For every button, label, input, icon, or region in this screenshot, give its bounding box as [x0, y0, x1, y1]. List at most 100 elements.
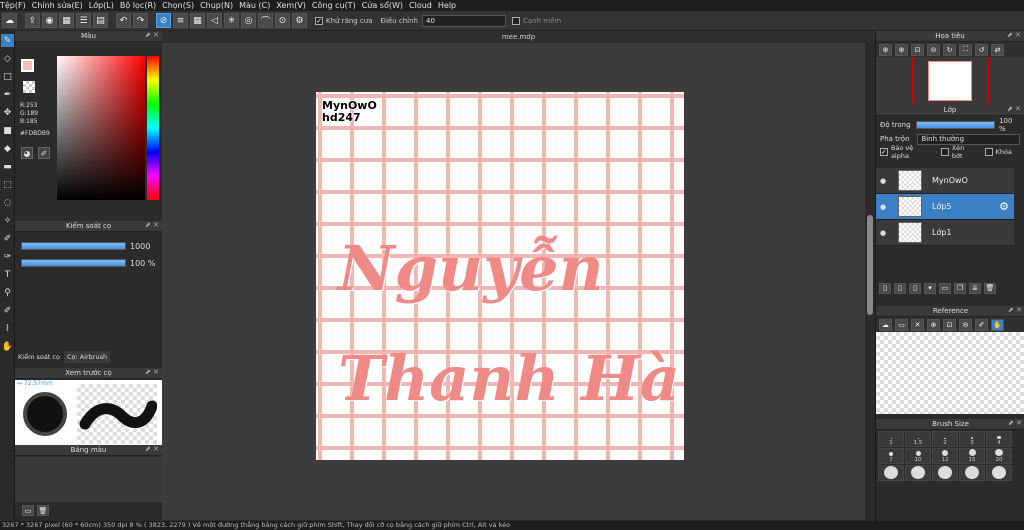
divide-icon[interactable]: ⚲ — [1, 286, 14, 299]
close-icon[interactable]: ⬈ ✕ — [145, 221, 159, 229]
undo-icon[interactable]: ↶ — [116, 13, 131, 28]
brush-size-cell[interactable]: 15 — [959, 448, 985, 464]
canvas[interactable]: MynOwO hd247 Nguyễn Thanh Hà — [316, 92, 684, 460]
zoom-out-icon[interactable]: ⊖ — [927, 43, 940, 56]
menu-item[interactable]: Chọn(S) — [162, 1, 200, 10]
tab-brush-control[interactable]: Kiểm soát cọ — [15, 351, 63, 363]
reference-view[interactable] — [876, 332, 1024, 414]
snap-circle-icon[interactable]: ◎ — [241, 13, 256, 28]
fill-rect-icon[interactable]: ■ — [1, 124, 14, 137]
lasso-icon[interactable]: ◌ — [1, 196, 14, 209]
tab-airbrush[interactable]: Cọ: Airbrush — [63, 351, 111, 363]
menu-item[interactable]: Bộ lọc(R) — [120, 1, 162, 10]
size-slider[interactable] — [21, 242, 126, 250]
menu-item[interactable]: Cửa sổ(W) — [362, 1, 409, 10]
fullscreen-icon[interactable]: ⛶ — [959, 43, 972, 56]
lock-checkbox[interactable]: Khóa — [984, 148, 1012, 156]
brush-size-cell[interactable] — [905, 465, 931, 481]
foreground-color-swatch[interactable] — [21, 59, 34, 72]
layer-row[interactable]: ● Lớp1 — [876, 220, 1014, 246]
close-icon[interactable]: ⬈ ✕ — [145, 368, 159, 376]
checkbox-box[interactable] — [512, 16, 520, 25]
brush-size-cell[interactable] — [932, 465, 958, 481]
brush-size-cell[interactable]: 12 — [932, 448, 958, 464]
close-icon[interactable]: ✕ — [911, 318, 924, 331]
merge-icon[interactable]: ⇊ — [969, 282, 981, 294]
new-halftone-layer-icon[interactable]: ▯ — [894, 282, 906, 294]
rotate-reset-icon[interactable]: ↺ — [975, 43, 988, 56]
close-icon[interactable]: ⬈ ✕ — [145, 445, 159, 453]
gradient-icon[interactable]: ▬ — [1, 160, 14, 173]
visibility-icon[interactable]: ● — [876, 177, 890, 185]
select-icon[interactable]: ⬚ — [1, 178, 14, 191]
eyedropper-icon[interactable]: ✐ — [975, 318, 988, 331]
brush-size-cell[interactable] — [986, 465, 1012, 481]
rect-icon[interactable]: □ — [1, 70, 14, 83]
hue-slider[interactable] — [147, 56, 159, 200]
antialias-checkbox[interactable]: ✓ Khử răng cưa — [315, 16, 373, 25]
eyedropper-icon[interactable]: ✐ — [1, 304, 14, 317]
eraser-icon[interactable]: ◇ — [1, 52, 14, 65]
soft-edge-checkbox[interactable]: Cạnh mềm — [512, 16, 561, 25]
document-tab[interactable]: mee.mdp — [162, 31, 875, 43]
close-icon[interactable]: ⬈ ✕ — [145, 31, 159, 39]
visibility-icon[interactable]: ● — [876, 229, 890, 237]
folder-icon[interactable]: ▭ — [939, 282, 951, 294]
brush-size-cell[interactable]: 1 — [878, 431, 904, 447]
palette-body[interactable] — [15, 457, 162, 502]
redo-icon[interactable]: ↷ — [133, 13, 148, 28]
brush-size-cell[interactable]: 1.5 — [905, 431, 931, 447]
menu-item[interactable]: Chụp(N) — [200, 1, 239, 10]
new-layer-icon[interactable]: ▯ — [879, 282, 891, 294]
visibility-icon[interactable]: ● — [876, 203, 890, 211]
brush-size-cell[interactable] — [878, 465, 904, 481]
delete-palette-icon[interactable]: 🗑 — [37, 505, 49, 516]
brush-icon[interactable]: ✎ — [1, 34, 14, 47]
close-icon[interactable]: ⬈ ✕ — [1007, 105, 1021, 113]
layer-opacity-slider[interactable] — [915, 121, 996, 129]
rotate-icon[interactable]: ↻ — [943, 43, 956, 56]
clipping-checkbox[interactable]: Xén bớt — [940, 144, 977, 160]
menu-item[interactable]: Công cụ(T) — [312, 1, 362, 10]
snap-radial-icon[interactable]: ✳ — [224, 13, 239, 28]
brush-size-cell[interactable]: 7 — [878, 448, 904, 464]
menu-item[interactable]: Tệp(F) — [0, 1, 32, 10]
opacity-slider[interactable] — [21, 259, 126, 267]
snap-ellipse-icon[interactable]: ⊙ — [275, 13, 290, 28]
vertical-scrollbar[interactable] — [865, 43, 875, 521]
brush-size-cell[interactable] — [959, 465, 985, 481]
zoom-out-icon[interactable]: ⊖ — [959, 318, 972, 331]
layer-row-selected[interactable]: ● Lớp5 ⚙ — [876, 194, 1014, 220]
snap-off-icon[interactable]: ⊘ — [156, 13, 171, 28]
cloud-icon[interactable]: ☁ — [879, 318, 892, 331]
snap-parallel-icon[interactable]: ≡ — [173, 13, 188, 28]
duplicate-icon[interactable]: ❐ — [954, 282, 966, 294]
hand-icon[interactable]: ✋ — [1, 340, 14, 353]
cloud-icon[interactable]: ☁ — [2, 13, 17, 28]
brush-size-cell[interactable]: 2 — [932, 431, 958, 447]
select-pen-icon[interactable]: ✐ — [1, 232, 14, 245]
list-icon[interactable]: ☰ — [76, 13, 91, 28]
zoom-in-2-icon[interactable]: ⊕ — [895, 43, 908, 56]
menu-item[interactable]: Cloud — [409, 1, 438, 10]
transparent-swatch[interactable] — [23, 81, 35, 93]
brush-size-cell[interactable]: 3 — [959, 431, 985, 447]
text-icon[interactable]: T — [1, 268, 14, 281]
scroll-thumb[interactable] — [867, 215, 873, 315]
export-icon[interactable]: ⇪ — [25, 13, 40, 28]
zoom-in-icon[interactable]: ⊕ — [927, 318, 940, 331]
close-icon[interactable]: ⬈ ✕ — [1008, 419, 1022, 427]
zoom-in-icon[interactable]: ⊕ — [879, 43, 892, 56]
close-icon[interactable]: ⬈ ✕ — [1008, 306, 1022, 314]
new-8bit-layer-icon[interactable]: ▯ — [909, 282, 921, 294]
hand-icon[interactable]: ✋ — [991, 318, 1004, 331]
menu-item[interactable]: Chỉnh sửa(E) — [32, 1, 89, 10]
close-icon[interactable]: ⬈ ✕ — [1007, 31, 1021, 39]
add-layer-menu-icon[interactable]: ▾ — [924, 282, 936, 294]
menu-item[interactable]: Xem(V) — [276, 1, 312, 10]
dropper-icon[interactable]: ⌇ — [1, 322, 14, 335]
menu-item[interactable]: Lớp(L) — [89, 1, 120, 10]
flip-icon[interactable]: ⇄ — [991, 43, 1004, 56]
brush-size-cell[interactable]: 10 — [905, 448, 931, 464]
brush-size-cell[interactable]: 20 — [986, 448, 1012, 464]
